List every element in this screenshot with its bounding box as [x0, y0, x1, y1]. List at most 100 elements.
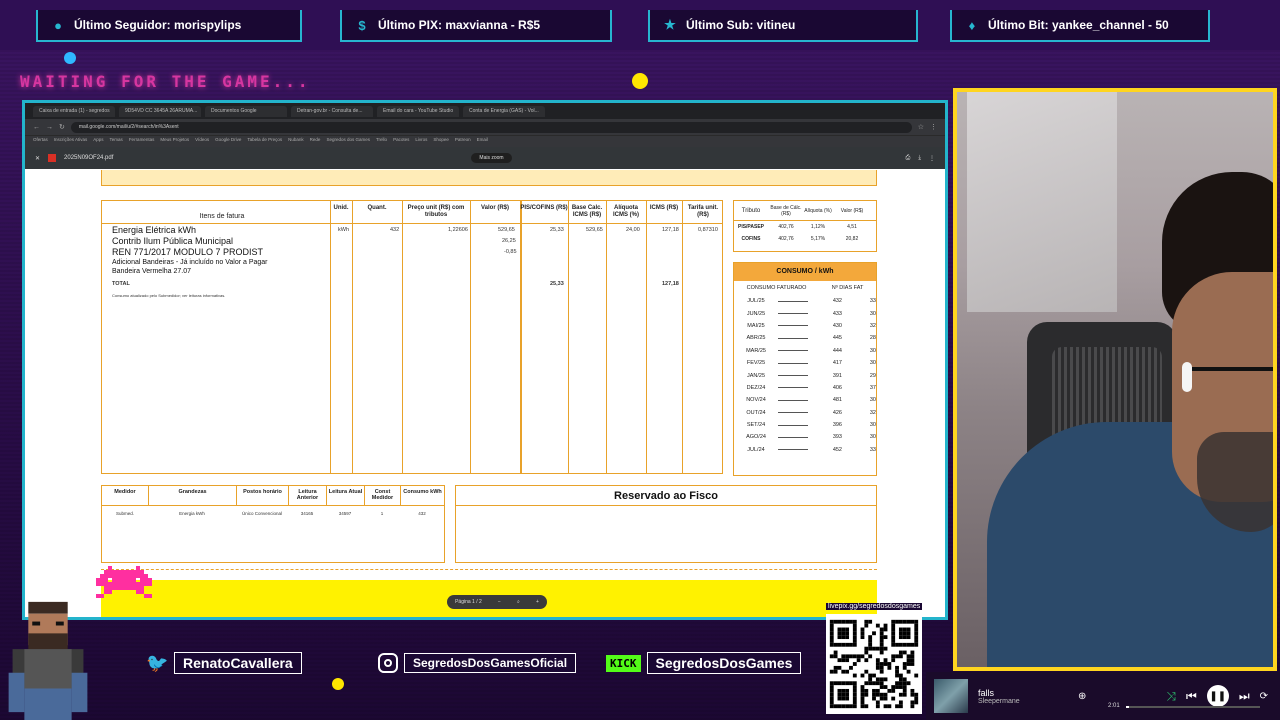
bookmark-item[interactable]: Email: [477, 137, 488, 146]
consumo-kwh: 433: [832, 310, 842, 317]
menu-icon[interactable]: ⋮: [930, 123, 937, 131]
pdf-filename: 2025N09OF24.pdf: [64, 155, 114, 161]
browser-tab[interactable]: Conta de Energia (GAS) - Vol...: [463, 105, 545, 117]
bookmark-item[interactable]: Vídeos: [195, 137, 209, 146]
column-divider: [646, 201, 647, 473]
next-icon[interactable]: ⏭: [1239, 689, 1250, 704]
meter-header: Medidor: [114, 489, 136, 495]
browser-tab[interactable]: Email do cara - YouTube Studio: [377, 105, 459, 117]
consumo-month: FEV/25: [746, 360, 766, 367]
cell-icms: 127,18: [662, 227, 679, 233]
add-icon[interactable]: ⊕: [1078, 691, 1086, 702]
bookmark-item[interactable]: Temas: [110, 137, 123, 146]
consumo-kwh: 426: [832, 409, 842, 416]
shuffle-icon[interactable]: ⤨: [1166, 689, 1176, 704]
bit-alert: ♦ Último Bit: yankee_channel - 50: [950, 10, 1210, 42]
address-bar[interactable]: mail.google.com/mail/u/2/#search/in%3Ase…: [70, 121, 912, 133]
consumo-dash: [778, 375, 808, 377]
bookmark-item[interactable]: Livros: [415, 137, 427, 146]
track-artist: Sleepermane: [978, 697, 1020, 705]
zoom-in-icon[interactable]: +: [536, 599, 539, 605]
consumo-days: 28: [869, 335, 876, 342]
space-invader-icon: [96, 566, 152, 598]
pdf-page-controls[interactable]: Página 1 / 2 − ⌕ +: [447, 595, 547, 609]
consumo-month: NOV/24: [746, 397, 766, 404]
consumo-month: OUT/24: [746, 409, 766, 416]
bookmark-item[interactable]: Tabela de Preços: [247, 137, 282, 146]
consumo-days: 29: [869, 372, 876, 379]
consumo-row: DEZ/24 406 37: [734, 382, 876, 394]
reload-icon[interactable]: ↻: [59, 123, 65, 131]
item-name: Energia Elétrica kWh: [112, 225, 197, 235]
star-bookmark-icon[interactable]: ☆: [918, 123, 924, 131]
item-note: Adicional Bandeiras - Já incluído no Val…: [112, 259, 268, 266]
bookmark-item[interactable]: Apps: [93, 137, 103, 146]
download-icon[interactable]: ⤓: [918, 155, 921, 162]
footnote: Consumo atualizado pelo Submedidor; ver …: [112, 293, 226, 298]
bookmark-item[interactable]: Nubank: [288, 137, 304, 146]
zoom-button[interactable]: Mais zoom: [471, 153, 512, 163]
consumo-days: 30: [869, 347, 876, 354]
browser-tab[interactable]: Detran-gov.br - Consulta de...: [291, 105, 373, 117]
pause-button[interactable]: ❚❚: [1206, 685, 1229, 707]
back-icon[interactable]: ←: [33, 124, 40, 131]
consumo-row: ABR/25 445 28: [734, 332, 876, 344]
bit-alert-text: Último Bit: yankee_channel - 50: [988, 18, 1169, 32]
browser-tab[interactable]: Documentos Google: [205, 105, 287, 117]
browser-tab[interactable]: 9D54VD CC 3645A 26ARUMA...: [119, 105, 201, 117]
col-header-icms: ICMS (R$): [649, 205, 679, 211]
meter-table: Medidor Grandezas Postos horário Leitura An…: [101, 485, 445, 563]
print-icon[interactable]: ⎙: [906, 155, 911, 162]
col-header-base: Base Calc. ICMS (R$): [571, 205, 603, 219]
bookmark-item[interactable]: Inscrições Ativas: [54, 137, 88, 146]
kick-handle[interactable]: KICK SegredosDosGames: [606, 650, 802, 676]
qr-code[interactable]: [826, 614, 922, 714]
repeat-icon[interactable]: ⟳: [1260, 691, 1268, 702]
meter-header: Leitura Anterior: [288, 486, 326, 505]
cell-value: -0,85: [504, 249, 517, 255]
bookmark-item[interactable]: Patreon: [455, 137, 471, 146]
bookmark-item[interactable]: Rede: [310, 137, 321, 146]
bookmark-item[interactable]: Pacotes: [393, 137, 409, 146]
zoom-fit-icon[interactable]: ⌕: [517, 599, 520, 605]
bookmark-item[interactable]: Ofertas: [33, 137, 48, 146]
fisco-box: Reservado ao Fisco: [455, 485, 877, 563]
consumo-days: 33: [869, 446, 876, 453]
consumo-dash: [778, 424, 808, 426]
consumo-kwh: 396: [832, 422, 842, 429]
zoom-out-icon[interactable]: −: [498, 599, 501, 605]
column-divider: [352, 201, 353, 473]
bookmark-item[interactable]: Segredos dos Games: [326, 137, 370, 146]
star-icon: ★: [664, 17, 676, 32]
track-progress[interactable]: [1126, 706, 1260, 708]
consumo-dash: [778, 300, 808, 302]
tribute-aliq: 5,17%: [810, 236, 826, 242]
consumo-row: OUT/24 426 32: [734, 407, 876, 419]
cell-tarifa: 0,87310: [698, 227, 718, 233]
consumo-dash: [778, 449, 808, 451]
meter-cell: 1: [380, 510, 384, 516]
total-label: TOTAL: [112, 281, 130, 287]
browser-tab[interactable]: Caixa de entrada (1) - segredos: [33, 105, 115, 117]
previous-icon[interactable]: ⏮: [1186, 689, 1197, 704]
bookmark-item[interactable]: Trello: [376, 137, 387, 146]
instagram-icon: [378, 653, 398, 673]
track-time: 2:01: [1108, 703, 1120, 709]
diamond-icon: ♦: [968, 17, 976, 33]
consumo-dash: [778, 362, 808, 364]
meter-header: Grandezas: [148, 486, 236, 505]
bookmark-item[interactable]: Shopee: [433, 137, 449, 146]
twitter-handle[interactable]: 🐦 RenatoCavallera: [146, 650, 302, 676]
bookmark-item[interactable]: Meus Projetos: [160, 137, 189, 146]
forward-icon[interactable]: →: [46, 124, 53, 131]
bookmark-item[interactable]: Ferramentas: [129, 137, 155, 146]
more-icon[interactable]: ⋮: [929, 155, 935, 162]
bookmark-item[interactable]: Google Drive: [215, 137, 241, 146]
meter-cell: Energia kWh: [179, 510, 205, 516]
consumo-kwh: 444: [832, 347, 842, 354]
background-door: [967, 92, 1117, 312]
instagram-handle[interactable]: SegredosDosGamesOficial: [378, 650, 577, 676]
close-icon[interactable]: ✕: [35, 155, 40, 162]
tribute-name: COFINS: [741, 236, 761, 242]
page-indicator: Página 1 / 2: [455, 599, 482, 605]
